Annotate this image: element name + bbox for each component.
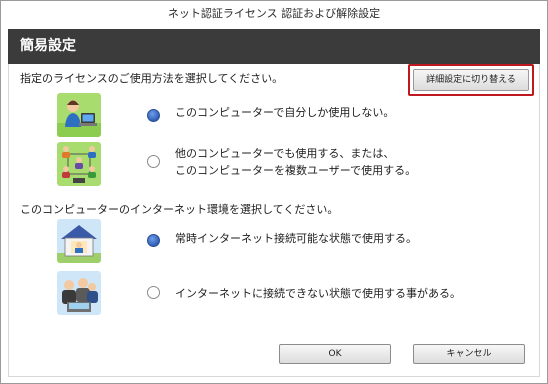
multi-user-network-icon <box>57 142 101 186</box>
option-sometimes-offline-label: インターネットに接続できない状態で使用する事がある。 <box>175 287 461 300</box>
dialog-window: ネット認証ライセンス 認証および解除設定 簡易設定 <box>0 0 548 384</box>
ok-button[interactable]: OK <box>279 344 391 364</box>
option-always-online-label: 常時インターネット接続可能な状態で使用する。 <box>175 232 417 245</box>
option-single-user-label: このコンピューターで自分しか使用しない。 <box>175 106 395 119</box>
license-prompt: 指定のライセンスのご使用方法を選択してください。 <box>20 72 284 85</box>
switch-to-detail-button[interactable]: 詳細設定に切り替える <box>413 69 529 91</box>
detail-button-highlight: 詳細設定に切り替える <box>408 64 534 96</box>
option-multi-user-line2: このコンピューターを複数ユーザーで使用する。 <box>175 164 417 177</box>
window-title: ネット認証ライセンス 認証および解除設定 <box>1 1 547 29</box>
cancel-button[interactable]: キャンセル <box>413 344 525 364</box>
offline-group-icon <box>57 271 101 315</box>
radio-sometimes-offline[interactable] <box>147 286 160 299</box>
radio-single-user[interactable] <box>147 109 160 122</box>
radio-always-online[interactable] <box>147 234 160 247</box>
single-user-pc-icon <box>57 93 101 137</box>
internet-prompt: このコンピューターのインターネット環境を選択してください。 <box>20 203 339 216</box>
home-connected-icon <box>57 219 101 263</box>
header-title: 簡易設定 <box>8 29 540 64</box>
radio-multi-user[interactable] <box>147 155 160 168</box>
option-multi-user-line1: 他のコンピューターでも使用する、または、 <box>175 147 395 160</box>
